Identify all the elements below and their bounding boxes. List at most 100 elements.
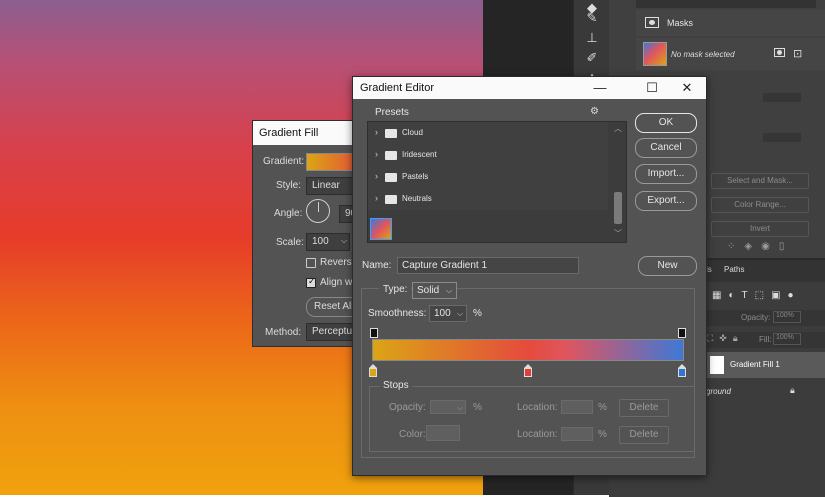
gradient-editor-title: Gradient Editor	[360, 82, 434, 94]
list-item[interactable]: › Pastels	[368, 166, 608, 188]
opacity-label: Opacity:	[389, 402, 426, 413]
location-field-opacity[interactable]	[561, 400, 593, 414]
layer-name: Gradient Fill 1	[730, 360, 780, 369]
location-label-color: Location:	[517, 429, 558, 440]
blend-opacity-row: Opacity: 100%	[705, 310, 825, 326]
gradient-fill-dialog: Gradient Fill Gradient: Style: Linear An…	[252, 120, 385, 347]
mask-row: No mask selected ⊡	[636, 38, 825, 70]
tab-paths[interactable]: Paths	[724, 265, 744, 274]
opacity-stop-right[interactable]	[678, 328, 686, 338]
export-button[interactable]: Export...	[635, 191, 697, 211]
delete-color-stop-button[interactable]: Delete	[619, 426, 669, 444]
color-stop-right[interactable]	[678, 368, 686, 377]
adjustment-filter-icon[interactable]: ◐	[728, 290, 741, 301]
color-label: Color:	[399, 429, 426, 440]
stops-label: Stops	[380, 380, 412, 391]
layer-thumbnail	[643, 42, 667, 66]
density-field[interactable]	[763, 93, 801, 102]
presets-label: Presets	[375, 107, 409, 118]
folder-icon	[385, 173, 397, 182]
feather-field[interactable]	[763, 133, 801, 142]
layer-row-gradient-fill[interactable]: Gradient Fill 1	[702, 352, 825, 378]
folder-name: Neutrals	[402, 194, 432, 203]
no-mask-text: No mask selected	[671, 50, 735, 59]
chevron-down-icon[interactable]: ⌵	[341, 236, 347, 246]
preset-swatch-selected[interactable]	[370, 218, 392, 240]
location-field-color[interactable]	[561, 427, 593, 441]
list-item[interactable]: › Neutrals	[368, 188, 608, 210]
import-button[interactable]: Import...	[635, 164, 697, 184]
location-percent-color: %	[598, 429, 607, 440]
filter-toggle-icon[interactable]: ●	[788, 290, 801, 301]
add-pixel-mask-icon[interactable]	[774, 48, 785, 57]
maximize-icon[interactable]: ☐	[635, 77, 669, 99]
close-icon[interactable]: ✕	[670, 77, 704, 99]
color-stop-left[interactable]	[369, 368, 377, 377]
name-input[interactable]: Capture Gradient 1	[397, 257, 579, 274]
angle-dial[interactable]	[306, 199, 330, 223]
reverse-checkbox[interactable]	[306, 258, 316, 268]
masks-header: Masks	[636, 10, 825, 36]
panel-tab-strip	[636, 0, 816, 8]
list-item[interactable]: › Iridescent	[368, 144, 608, 166]
gradient-label: Gradient:	[263, 156, 305, 167]
color-range-button[interactable]: Color Range...	[711, 197, 809, 213]
pixel-filter-icon[interactable]: ▦	[712, 290, 728, 301]
chevron-right-icon[interactable]: ›	[375, 193, 378, 203]
folder-name: Cloud	[402, 128, 423, 137]
smart-filter-icon[interactable]: ▣	[771, 290, 787, 301]
chevron-right-icon[interactable]: ›	[375, 127, 378, 137]
delete-mask-icon[interactable]: ▯	[779, 241, 794, 252]
cancel-button[interactable]: Cancel	[635, 138, 697, 158]
gear-icon[interactable]: ⚙	[590, 106, 599, 117]
list-item[interactable]: › Cloud	[368, 122, 608, 144]
chevron-down-icon[interactable]: ⌵	[457, 309, 463, 319]
opacity-field[interactable]: 100%	[773, 311, 801, 323]
opacity-stop-left[interactable]	[370, 328, 378, 338]
fill-field[interactable]: 100%	[773, 333, 801, 345]
chevron-down-icon[interactable]: ⌵	[446, 286, 452, 296]
load-selection-icon[interactable]: ⁘	[727, 241, 744, 252]
chevron-right-icon[interactable]: ›	[375, 149, 378, 159]
new-button[interactable]: New	[638, 256, 697, 276]
stop-color-swatch[interactable]	[426, 425, 460, 441]
history-brush-tool-icon[interactable]: ✐	[584, 50, 600, 66]
apply-mask-icon[interactable]: ◈	[744, 241, 761, 252]
type-filter-icon[interactable]: T	[742, 290, 755, 301]
presets-list: › Cloud › Iridescent › Pastels › Neutral…	[367, 121, 627, 243]
folder-icon	[385, 129, 397, 138]
layer-row-background[interactable]: kground 🔒︎	[702, 380, 825, 404]
add-vector-mask-icon[interactable]: ⊡	[793, 47, 802, 60]
select-and-mask-button[interactable]: Select and Mask...	[711, 173, 809, 189]
smoothness-percent: %	[473, 308, 482, 319]
presets-scrollbar[interactable]: ︿ ﹀	[610, 122, 626, 242]
fill-label: Fill:	[759, 335, 772, 344]
minimize-icon[interactable]: —	[583, 77, 617, 99]
ok-button[interactable]: OK	[635, 113, 697, 133]
gradient-fill-title: Gradient Fill	[253, 121, 363, 145]
align-checkbox[interactable]: ✓	[306, 276, 316, 288]
invert-button[interactable]: Invert	[711, 221, 809, 237]
stamp-tool-icon[interactable]: ⊥	[584, 30, 600, 46]
mask-icon	[645, 17, 659, 28]
angle-label: Angle:	[274, 208, 303, 219]
layer-filter-icons: ▦◐T⬚▣●	[712, 290, 801, 301]
chevron-down-icon: ⌵	[457, 403, 464, 412]
folder-icon	[385, 195, 397, 204]
folder-name: Pastels	[402, 172, 429, 181]
style-label: Style:	[276, 180, 302, 191]
shape-filter-icon[interactable]: ⬚	[755, 290, 771, 301]
lock-icon: 🔒︎	[790, 385, 795, 395]
name-label: Name:	[362, 260, 392, 271]
chevron-right-icon[interactable]: ›	[375, 171, 378, 181]
color-stop-middle[interactable]	[524, 368, 532, 377]
lock-icons[interactable]: ⛶✜🔒︎	[707, 333, 744, 344]
scroll-thumb[interactable]	[614, 192, 622, 224]
gradient-preview-bar[interactable]	[372, 339, 684, 361]
visibility-icon[interactable]: ◉	[761, 241, 779, 252]
smoothness-label: Smoothness:	[368, 308, 427, 319]
brush-tool-icon[interactable]: ✎	[584, 10, 600, 26]
delete-opacity-stop-button[interactable]: Delete	[619, 399, 669, 417]
folder-icon	[385, 151, 397, 160]
gradient-editor-dialog: Gradient Editor — ☐ ✕ Presets ⚙ › Cloud …	[352, 76, 707, 476]
